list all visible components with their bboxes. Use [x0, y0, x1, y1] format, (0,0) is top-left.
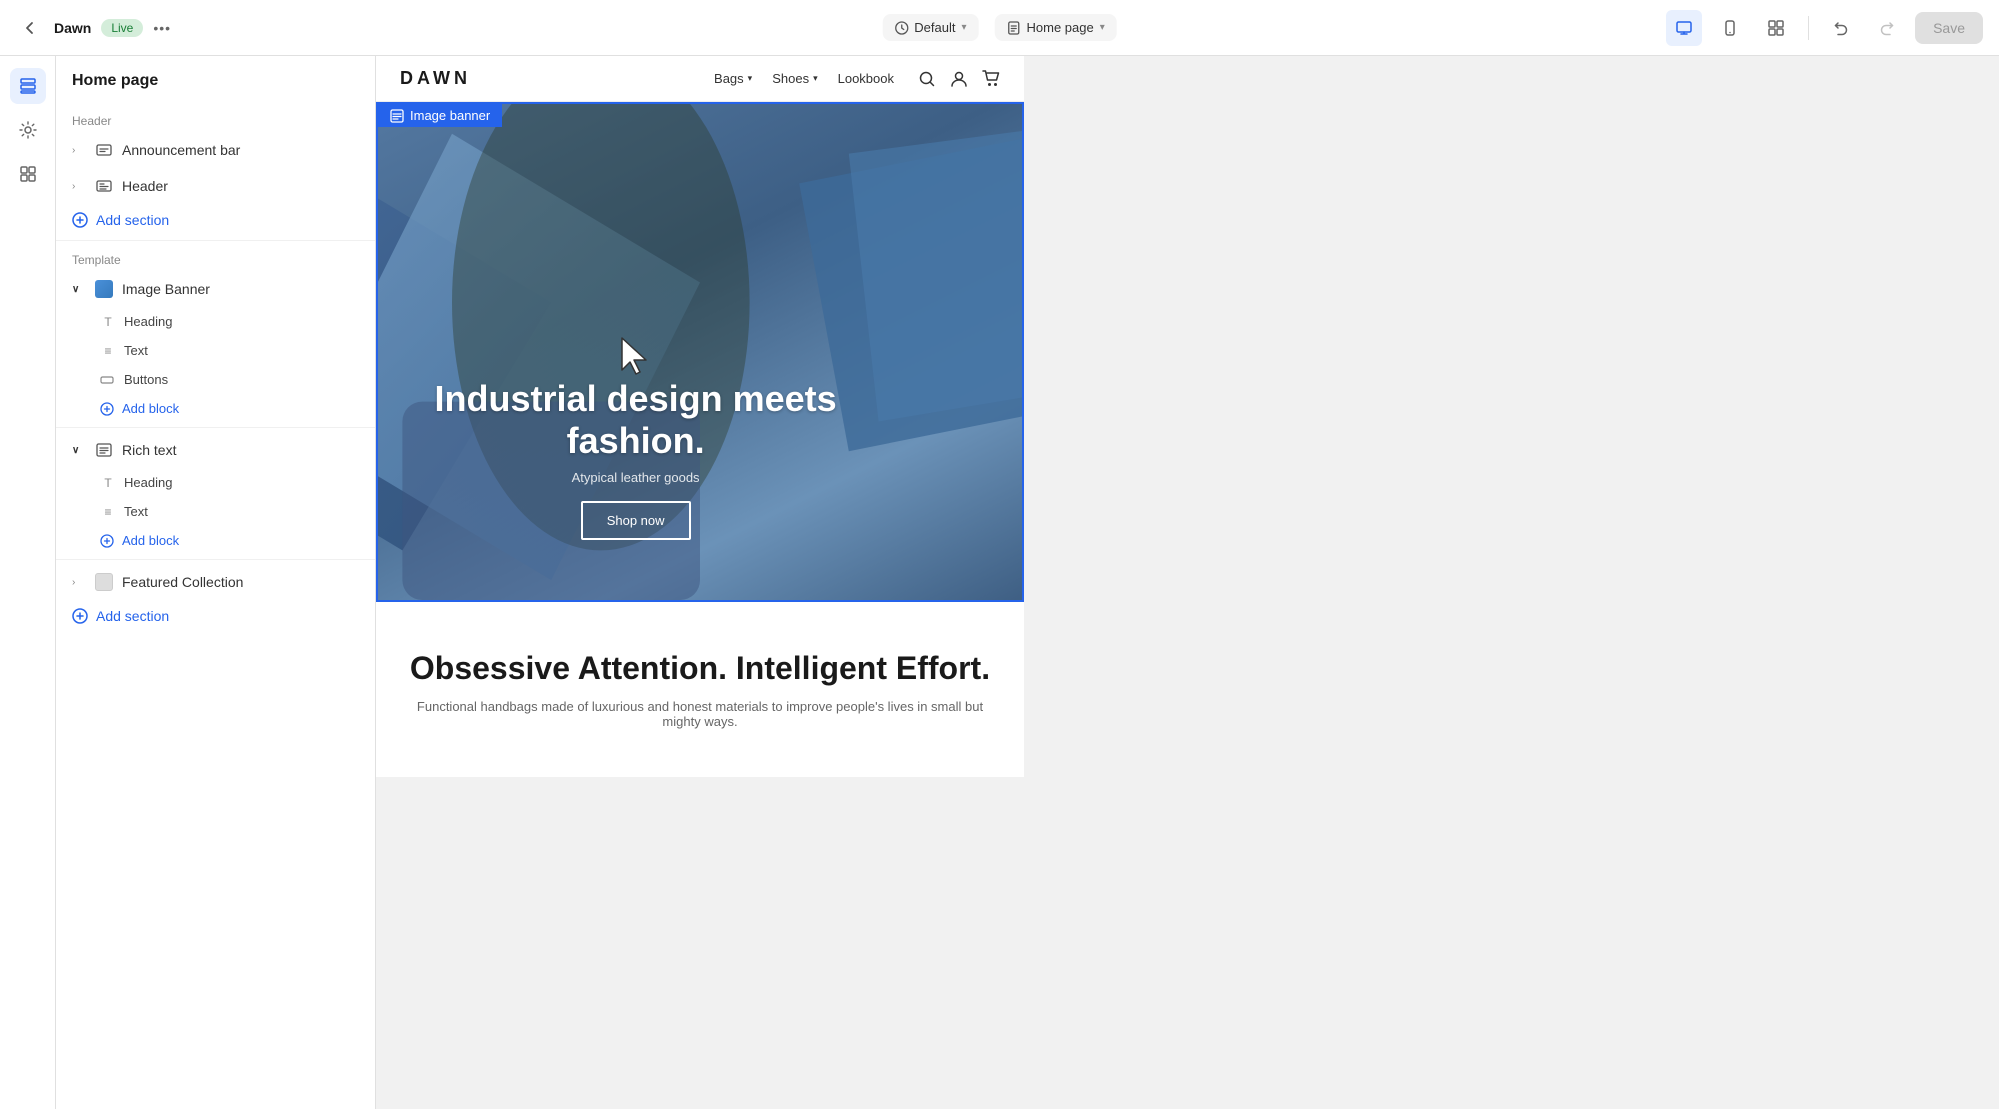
settings-icon-button[interactable]	[10, 112, 46, 148]
nav-link-bags[interactable]: Bags ▾	[714, 71, 752, 86]
text-icon-2: ≡	[100, 505, 116, 519]
rich-text-chevron-icon: ∨	[72, 445, 86, 456]
more-button[interactable]: •••	[153, 20, 171, 36]
nav-link-lookbook[interactable]: Lookbook	[838, 71, 894, 86]
app-body: Home page Header › Announcement bar › He…	[0, 56, 1024, 1109]
rich-text-icon	[94, 440, 114, 460]
image-banner-label-text: Image banner	[410, 108, 490, 123]
apps-icon-button[interactable]	[10, 156, 46, 192]
featured-chevron-icon: ›	[72, 577, 86, 588]
sidebar-sub-heading-2[interactable]: T Heading	[56, 468, 375, 497]
banner-content: Industrial design meets fashion. Atypica…	[378, 378, 893, 540]
sidebar-item-rich-text[interactable]: ∨ Rich text	[56, 432, 375, 468]
add-block-button-2[interactable]: Add block	[56, 526, 375, 555]
rich-text-section: Obsessive Attention. Intelligent Effort.…	[376, 602, 1024, 777]
store-logo: DAWN	[400, 68, 690, 89]
divider-2	[56, 427, 375, 428]
announcement-bar-label: Announcement bar	[122, 142, 359, 158]
announcement-chevron-icon: ›	[72, 145, 86, 156]
account-icon[interactable]	[950, 70, 968, 88]
text-2-label: Text	[124, 504, 148, 519]
page-chevron: ▾	[1100, 22, 1105, 33]
header-icon	[94, 176, 114, 196]
sidebar-item-announcement-bar[interactable]: › Announcement bar	[56, 132, 375, 168]
sidebar-item-image-banner[interactable]: ∨ Image Banner	[56, 271, 375, 307]
topbar: Dawn Live ••• Default ▾ Home page ▾	[0, 0, 1999, 56]
default-label: Default	[914, 20, 955, 35]
undo-button[interactable]	[1823, 10, 1859, 46]
buttons-icon	[100, 373, 116, 387]
add-section-button-header[interactable]: Add section	[56, 204, 375, 236]
nav-link-shoes[interactable]: Shoes ▾	[772, 71, 817, 86]
text-icon-1: ≡	[100, 344, 116, 358]
store-nav-icons	[918, 70, 1000, 88]
sidebar-title: Home page	[56, 72, 375, 106]
text-1-label: Text	[124, 343, 148, 358]
sidebar-item-header[interactable]: › Header	[56, 168, 375, 204]
page-label: Home page	[1026, 20, 1093, 35]
save-button[interactable]: Save	[1915, 12, 1983, 44]
default-chevron: ▾	[961, 22, 966, 33]
store-nav-links: Bags ▾ Shoes ▾ Lookbook	[714, 71, 894, 86]
page-selector[interactable]: Home page ▾	[994, 14, 1116, 41]
buttons-label: Buttons	[124, 372, 168, 387]
back-button[interactable]	[16, 14, 44, 42]
banner-headline: Industrial design meets fashion.	[378, 378, 893, 462]
image-banner-chevron-icon: ∨	[72, 284, 86, 295]
announcement-bar-icon	[94, 140, 114, 160]
template-section-label: Template	[56, 245, 375, 271]
mobile-view-button[interactable]	[1712, 10, 1748, 46]
add-block-1-label: Add block	[122, 401, 179, 416]
heading-icon: T	[100, 315, 116, 329]
shop-now-button[interactable]: Shop now	[581, 501, 691, 540]
heading-2-icon: T	[100, 476, 116, 490]
layout-button[interactable]	[1758, 10, 1794, 46]
add-section-2-label: Add section	[96, 608, 169, 624]
header-label: Header	[122, 178, 359, 194]
rich-text-headline: Obsessive Attention. Intelligent Effort.	[400, 650, 1000, 687]
sections-icon-button[interactable]	[10, 68, 46, 104]
topbar-right: Save	[1666, 10, 1983, 46]
redo-button[interactable]	[1869, 10, 1905, 46]
sidebar-sub-text-2[interactable]: ≡ Text	[56, 497, 375, 526]
add-section-button-2[interactable]: Add section	[56, 600, 375, 632]
topbar-center: Default ▾ Home page ▾	[882, 14, 1116, 41]
live-badge: Live	[101, 19, 143, 37]
main-sidebar: Home page Header › Announcement bar › He…	[56, 56, 376, 1109]
image-banner-tag: Image banner	[378, 104, 502, 127]
sidebar-sub-text-1[interactable]: ≡ Text	[56, 336, 375, 365]
add-section-label: Add section	[96, 212, 169, 228]
search-icon[interactable]	[918, 70, 936, 88]
heading-2-label: Heading	[124, 475, 172, 490]
heading-1-label: Heading	[124, 314, 172, 329]
divider-3	[56, 559, 375, 560]
cart-icon[interactable]	[982, 70, 1000, 88]
banner-subtext: Atypical leather goods	[378, 470, 893, 485]
add-block-button-1[interactable]: Add block	[56, 394, 375, 423]
header-section-label: Header	[56, 106, 375, 132]
default-selector[interactable]: Default ▾	[882, 14, 978, 41]
image-banner-icon	[94, 279, 114, 299]
featured-collection-icon	[94, 572, 114, 592]
rich-text-body: Functional handbags made of luxurious an…	[400, 699, 1000, 729]
topbar-left: Dawn Live •••	[16, 14, 1654, 42]
rich-text-label: Rich text	[122, 442, 359, 458]
sidebar-item-featured-collection[interactable]: › Featured Collection	[56, 564, 375, 600]
store-name: Dawn	[54, 20, 91, 36]
store-nav: DAWN Bags ▾ Shoes ▾ Lookbook	[376, 56, 1024, 102]
add-block-2-label: Add block	[122, 533, 179, 548]
sidebar-sub-buttons[interactable]: Buttons	[56, 365, 375, 394]
image-banner-label: Image Banner	[122, 281, 359, 297]
divider-1	[56, 240, 375, 241]
featured-collection-label: Featured Collection	[122, 574, 359, 590]
sidebar-sub-heading-1[interactable]: T Heading	[56, 307, 375, 336]
preview-frame: DAWN Bags ▾ Shoes ▾ Lookbook	[376, 56, 1024, 777]
preview-area: DAWN Bags ▾ Shoes ▾ Lookbook	[376, 56, 1024, 1109]
image-banner[interactable]: Image banner	[376, 102, 1024, 602]
icon-sidebar	[0, 56, 56, 1109]
header-chevron-icon: ›	[72, 181, 86, 192]
desktop-view-button[interactable]	[1666, 10, 1702, 46]
